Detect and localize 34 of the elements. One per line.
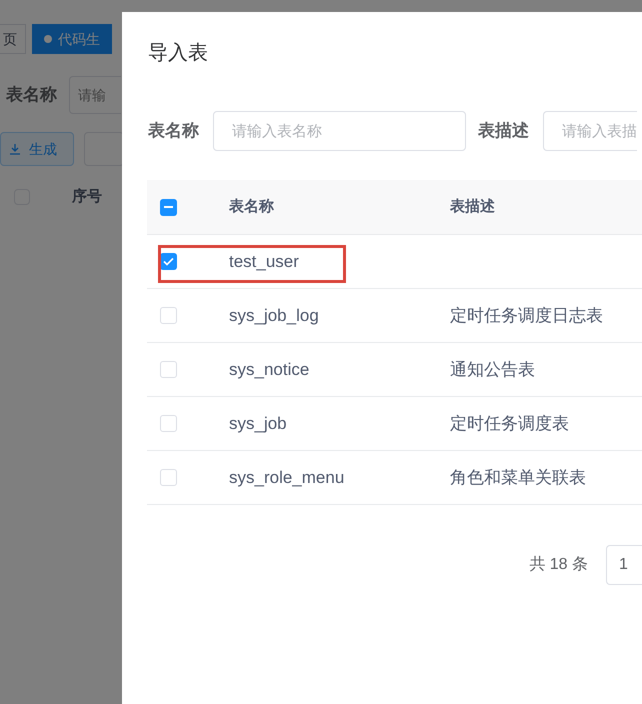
table-cell-text: sys_job [229, 412, 288, 435]
search-field[interactable]: 请输 [69, 76, 121, 114]
search-field[interactable]: 请输入表描 [543, 111, 637, 151]
page-tab[interactable]: 代码生 [32, 24, 112, 54]
table-cell-text: sys_job_log [229, 304, 320, 327]
column-header: 序号 [72, 187, 102, 207]
checkbox[interactable] [160, 307, 177, 324]
total-count: 共 18 条 [529, 554, 588, 575]
field-label: 表名称 [148, 120, 199, 142]
toolbar-button[interactable] [84, 132, 124, 166]
search-field[interactable]: 请输入表名称 [213, 111, 466, 151]
download-icon [9, 143, 21, 155]
checkbox[interactable] [160, 415, 177, 432]
table-cell-text: 角色和菜单关联表 [450, 466, 586, 489]
dialog-title: 导入表 [147, 41, 208, 66]
tab-label: 代码生 [58, 30, 100, 48]
field-label: 表名称 [6, 84, 57, 106]
field-label: 表描述 [478, 120, 529, 142]
table-cell-text: sys_notice [229, 358, 310, 381]
column-header: 表描述 [450, 196, 495, 217]
table-cell-text: test_user [229, 250, 300, 273]
page-tab[interactable]: 页 [0, 24, 26, 54]
generate-button[interactable]: 生成 [0, 132, 74, 166]
check-icon [163, 257, 174, 266]
column-header: 表名称 [229, 196, 275, 217]
checkbox[interactable] [160, 361, 177, 378]
checkbox[interactable] [160, 198, 177, 216]
table-cell-text: 定时任务调度日志表 [450, 304, 603, 327]
table-cell-text: 定时任务调度表 [450, 412, 569, 435]
table-cell-text: sys_role_menu [229, 466, 346, 489]
checkbox[interactable] [160, 469, 177, 486]
page-size-select[interactable]: 1 [606, 545, 642, 585]
table-cell-text: 通知公告表 [450, 358, 535, 381]
checkbox[interactable] [160, 253, 177, 270]
